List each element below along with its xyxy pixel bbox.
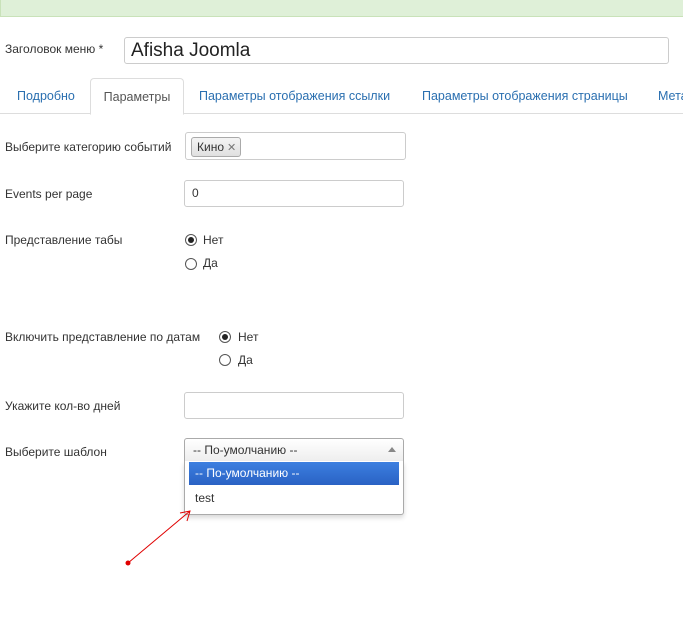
- annotation-arrow-icon: [125, 510, 191, 566]
- annotation-arrow-dot: [125, 560, 131, 566]
- annotation-arrow-line: [127, 510, 191, 564]
